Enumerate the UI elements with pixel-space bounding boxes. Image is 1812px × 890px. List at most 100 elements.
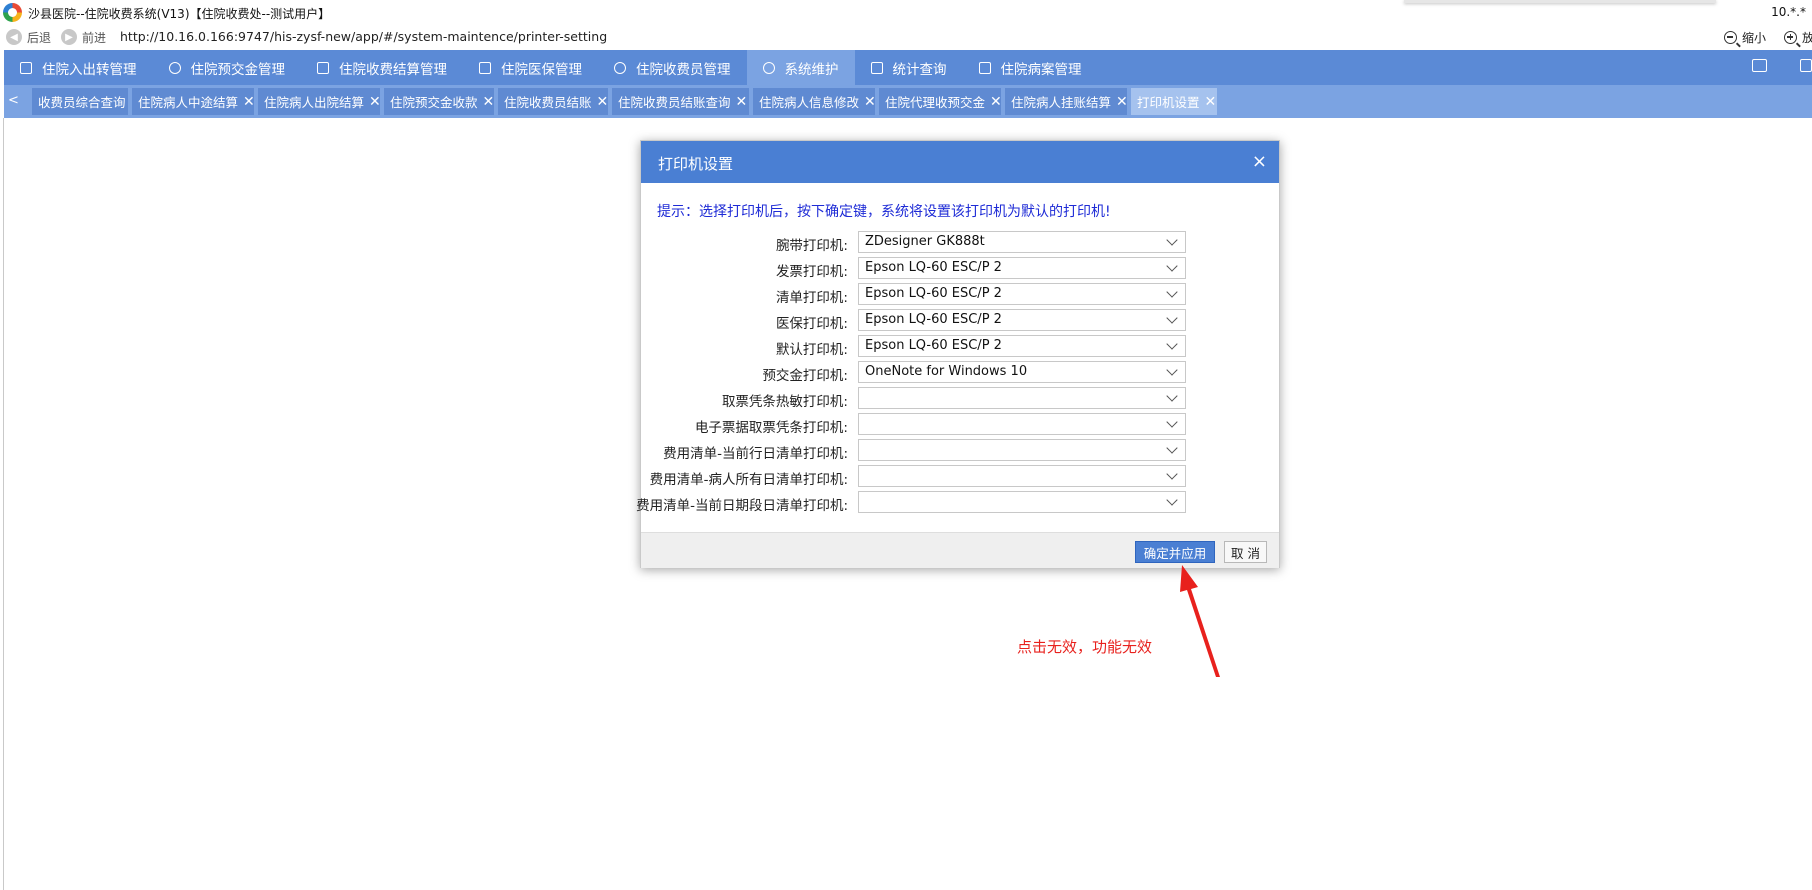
printer-label: 取票凭条热敏打印机: — [721, 394, 848, 410]
printer-row-e-invoice-receipt: 电子票据取票凭条打印机: — [641, 413, 1279, 436]
printer-label: 费用清单-当前日期段日清单打印机: — [636, 498, 848, 514]
insurance-printer-select[interactable]: Epson LQ-60 ESC/P 2 — [858, 309, 1186, 331]
prepayment-printer-select[interactable]: OneNote for Windows 10 — [858, 361, 1186, 383]
tab-agent-prepayment[interactable]: 住院代理收预交金 ✕ — [879, 88, 1002, 115]
url-field[interactable]: http://10.16.0.166:9747/his-zysf-new/app… — [120, 29, 607, 44]
back-arrow-icon: ◀ — [6, 29, 22, 45]
tab-close-icon[interactable]: ✕ — [369, 95, 381, 109]
chevron-down-icon — [1166, 468, 1178, 480]
wristband-printer-select[interactable]: ZDesigner GK888t — [858, 231, 1186, 253]
printer-row-insurance: 医保打印机: Epson LQ-60 ESC/P 2 — [641, 309, 1279, 332]
printer-row-all-day-list: 费用清单-病人所有日清单打印机: — [641, 465, 1279, 488]
tab-close-icon[interactable]: ✕ — [597, 95, 609, 109]
tab-interim-settlement[interactable]: 住院病人中途结算 ✕ — [132, 88, 255, 115]
printer-settings-dialog: 打印机设置 × 提示：选择打印机后，按下确定键，系统将设置该打印机为默认的打印机… — [636, 140, 1280, 568]
printer-row-date-range-list: 费用清单-当前日期段日清单打印机: — [636, 491, 1279, 514]
menu-item-label: 住院收费员管理 — [636, 61, 731, 78]
tab-cashier-closing-query[interactable]: 住院收费员结账查询 ✕ — [612, 88, 749, 115]
dialog-title: 打印机设置 — [658, 155, 734, 173]
printer-row-wristband: 腕带打印机: ZDesigner GK888t — [641, 231, 1279, 254]
printer-label: 清单打印机: — [775, 290, 848, 306]
tab-discharge-settlement[interactable]: 住院病人出院结算 ✕ — [258, 88, 381, 115]
chevron-down-icon — [1166, 286, 1178, 298]
list-printer-select[interactable]: Epson LQ-60 ESC/P 2 — [858, 283, 1186, 305]
building-icon — [20, 61, 32, 74]
select-value: Epson LQ-60 ESC/P 2 — [865, 338, 1002, 353]
printer-row-list: 清单打印机: Epson LQ-60 ESC/P 2 — [641, 283, 1279, 306]
default-printer-select[interactable]: Epson LQ-60 ESC/P 2 — [858, 335, 1186, 357]
menu-item-label: 住院病案管理 — [1000, 61, 1082, 78]
document-icon — [317, 61, 329, 74]
book-icon — [978, 61, 991, 74]
tab-scroll-left-icon[interactable]: < — [8, 93, 19, 108]
popup-edge — [1404, 0, 1716, 3]
zoom-in-icon — [1784, 30, 1801, 48]
invoice-printer-select[interactable]: Epson LQ-60 ESC/P 2 — [858, 257, 1186, 279]
tab-label: 住院病人出院结算 — [264, 95, 365, 110]
main-menu: 住院入出转管理 住院预交金管理 住院收费结算管理 住院医保管理 住院收费员管理 … — [4, 50, 1812, 85]
zoom-in-button[interactable]: 放 — [1784, 28, 1812, 48]
chart-icon — [870, 61, 883, 74]
tab-cashier-closing[interactable]: 住院收费员结账 ✕ — [498, 88, 608, 115]
tab-label: 收费员综合查询 — [38, 95, 126, 110]
tab-label: 住院病人信息修改 — [759, 95, 860, 110]
user-profile-icon[interactable] — [1800, 59, 1812, 72]
close-icon[interactable]: × — [1252, 151, 1267, 172]
chevron-down-icon — [1166, 416, 1178, 428]
printer-row-thermal-receipt: 取票凭条热敏打印机: — [641, 387, 1279, 410]
chevron-down-icon — [1166, 390, 1178, 402]
menu-item-label: 系统维护 — [784, 61, 839, 78]
menu-item-prepayment[interactable]: 住院预交金管理 — [153, 50, 302, 85]
menu-item-label: 住院医保管理 — [501, 61, 582, 78]
zoom-out-button[interactable]: 缩小 — [1724, 28, 1767, 48]
tab-close-icon[interactable]: ✕ — [483, 95, 495, 109]
menu-item-admission[interactable]: 住院入出转管理 — [4, 50, 153, 85]
address-bar: ◀ 后退 ▶ 前进 http://10.16.0.166:9747/his-zy… — [0, 25, 1812, 49]
tab-close-icon[interactable]: ✕ — [243, 95, 255, 109]
menu-item-label: 住院预交金管理 — [190, 61, 286, 78]
confirm-apply-button[interactable]: 确定并应用 — [1135, 541, 1215, 563]
tab-label: 住院收费员结账 — [504, 95, 592, 110]
date-range-list-printer-select[interactable] — [858, 491, 1186, 513]
printer-row-invoice: 发票打印机: Epson LQ-60 ESC/P 2 — [641, 257, 1279, 280]
monitor-icon[interactable] — [1752, 59, 1767, 72]
tab-cashier-query[interactable]: 收费员综合查询 — [32, 88, 128, 115]
tab-credit-settlement[interactable]: 住院病人挂账结算 ✕ — [1005, 88, 1128, 115]
tab-close-icon[interactable]: ✕ — [990, 95, 1002, 109]
title-bar: 沙县医院--住院收费系统(V13)【住院收费处--测试用户】 10.*.* — [0, 0, 1812, 25]
printer-row-prepayment: 预交金打印机: OneNote for Windows 10 — [641, 361, 1279, 384]
tab-patient-info-edit[interactable]: 住院病人信息修改 ✕ — [753, 88, 876, 115]
tab-bar: < 收费员综合查询 住院病人中途结算 ✕ 住院病人出院结算 ✕ 住院预交金收款 … — [4, 85, 1812, 118]
tab-close-icon[interactable]: ✕ — [1116, 95, 1128, 109]
current-day-list-printer-select[interactable] — [858, 439, 1186, 461]
back-button[interactable]: ◀ 后退 — [6, 27, 51, 47]
tab-prepayment-receipt[interactable]: 住院预交金收款 ✕ — [384, 88, 494, 115]
printer-label: 医保打印机: — [775, 316, 848, 332]
forward-button[interactable]: ▶ 前进 — [61, 27, 106, 47]
printer-row-default: 默认打印机: Epson LQ-60 ESC/P 2 — [641, 335, 1279, 358]
cancel-button[interactable]: 取 消 — [1224, 541, 1267, 563]
menu-item-insurance[interactable]: 住院医保管理 — [463, 50, 598, 85]
zoom-out-icon — [1724, 30, 1741, 48]
select-value: ZDesigner GK888t — [865, 234, 985, 249]
menu-item-settlement[interactable]: 住院收费结算管理 — [301, 50, 463, 85]
tab-close-icon[interactable]: ✕ — [736, 95, 748, 109]
all-day-list-printer-select[interactable] — [858, 465, 1186, 487]
menu-item-statistics[interactable]: 统计查询 — [855, 50, 963, 85]
tab-label: 打印机设置 — [1137, 95, 1200, 110]
e-invoice-receipt-printer-select[interactable] — [858, 413, 1186, 435]
printer-label: 发票打印机: — [775, 264, 848, 280]
thermal-receipt-printer-select[interactable] — [858, 387, 1186, 409]
printer-label: 费用清单-病人所有日清单打印机: — [649, 472, 848, 488]
tab-label: 住院病人挂账结算 — [1011, 95, 1112, 110]
printer-label: 默认打印机: — [775, 342, 848, 358]
menu-item-system-maintenance[interactable]: 系统维护 — [746, 50, 855, 85]
tab-close-icon[interactable]: ✕ — [1205, 95, 1217, 109]
tab-label: 住院病人中途结算 — [138, 95, 239, 110]
tab-close-icon[interactable]: ✕ — [864, 95, 876, 109]
zoom-out-label: 缩小 — [1742, 30, 1767, 45]
select-value: Epson LQ-60 ESC/P 2 — [865, 312, 1002, 327]
menu-item-cashier[interactable]: 住院收费员管理 — [598, 50, 747, 85]
tab-printer-settings[interactable]: 打印机设置 ✕ — [1131, 88, 1217, 115]
menu-item-medical-records[interactable]: 住院病案管理 — [963, 50, 1098, 85]
